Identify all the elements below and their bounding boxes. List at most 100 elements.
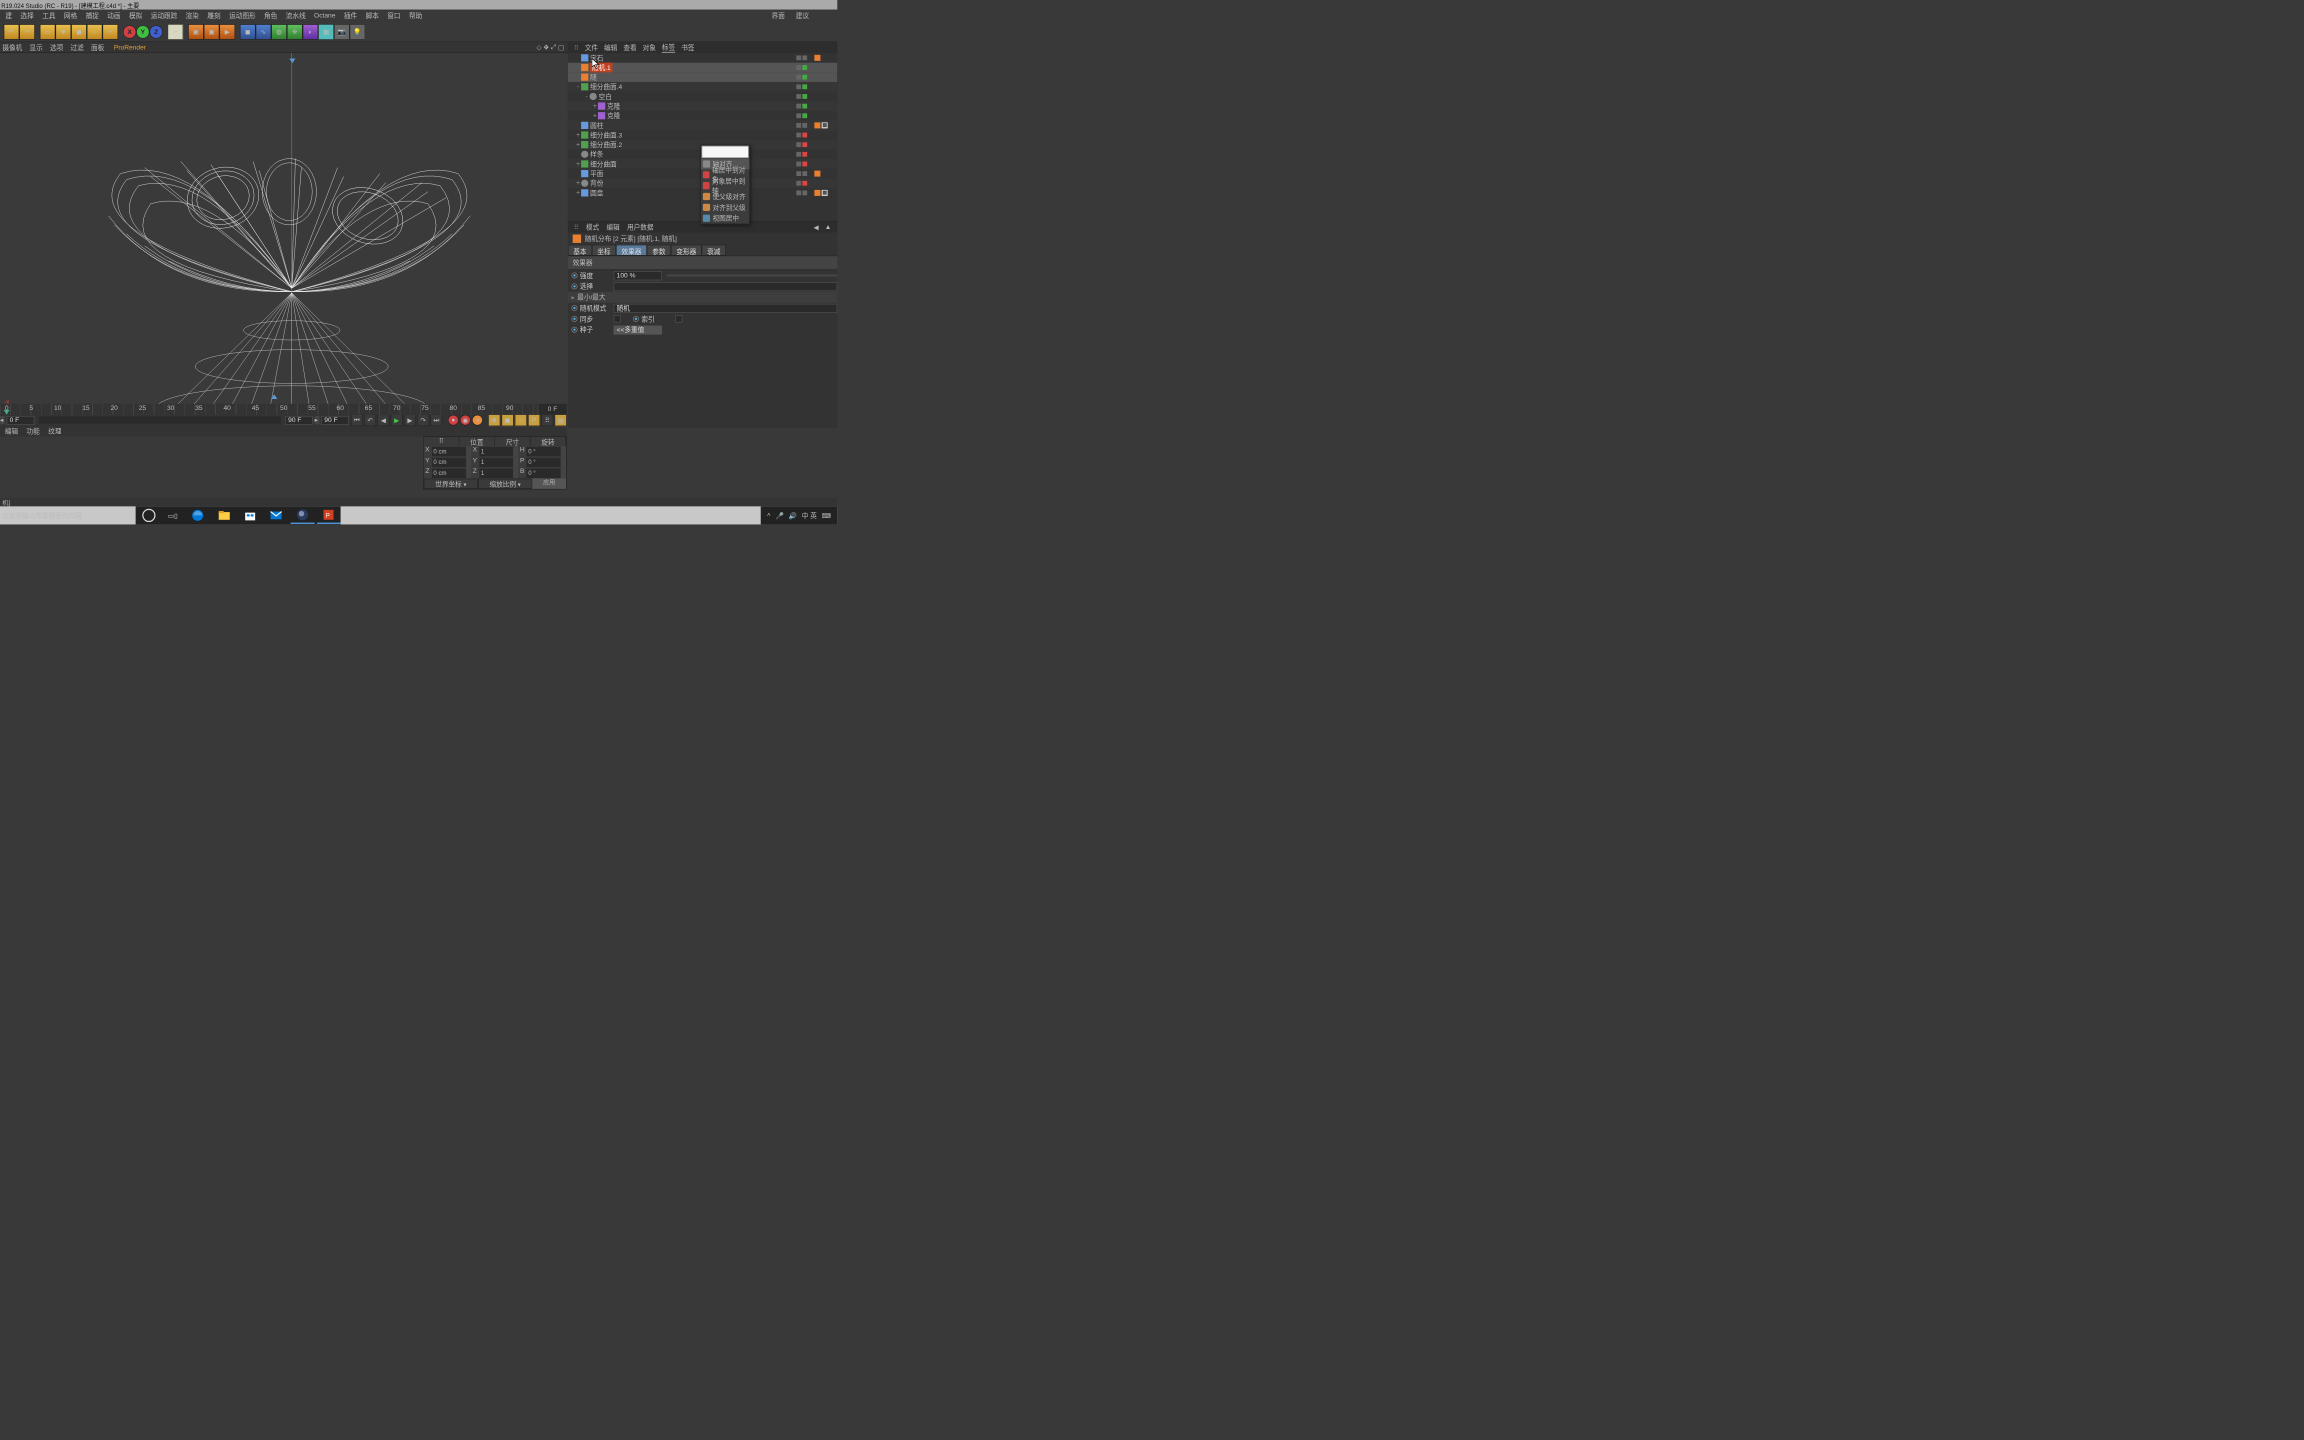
rotate-tool[interactable]: ○: [87, 24, 103, 40]
range-slider[interactable]: [39, 417, 281, 424]
render-view-button[interactable]: ▣: [188, 24, 204, 40]
om-menu-view[interactable]: 查看: [623, 43, 636, 53]
mat-menu-edit[interactable]: 编辑: [5, 426, 18, 436]
om-menu-edit[interactable]: 编辑: [604, 43, 617, 53]
key-param-button[interactable]: P: [528, 414, 540, 426]
axis-x-toggle[interactable]: X: [123, 25, 136, 38]
tree-row[interactable]: +细分曲面.3: [568, 130, 837, 140]
vp-menu-panel[interactable]: 面板: [91, 42, 104, 52]
viewport-3d[interactable]: 网格间距 : 10 cm -X: [0, 53, 568, 428]
vp-menu-options[interactable]: 选项: [50, 42, 63, 52]
undo-button[interactable]: ↶: [4, 24, 20, 40]
vp-zoom-icon[interactable]: ⤢: [551, 43, 556, 51]
move-tool[interactable]: ✥: [55, 24, 71, 40]
menu-octane[interactable]: Octane: [310, 11, 340, 21]
add-light-button[interactable]: 💡: [350, 24, 366, 40]
mat-menu-function[interactable]: 功能: [27, 426, 40, 436]
om-menu-file[interactable]: 文件: [585, 43, 598, 53]
axis-y-toggle[interactable]: Y: [136, 25, 149, 38]
tree-row[interactable]: 圆柱▩: [568, 121, 837, 131]
strength-anim-dot[interactable]: [571, 272, 577, 278]
menu-simulate[interactable]: 模拟: [125, 10, 147, 22]
mode-dropdown[interactable]: 随机: [614, 304, 838, 313]
menu-tools[interactable]: 工具: [38, 10, 60, 22]
index-checkbox[interactable]: [675, 315, 682, 322]
goto-end-button[interactable]: ⏭: [430, 414, 442, 426]
vp-menu-camera[interactable]: 摄像机: [2, 42, 22, 52]
vp-menu-filter[interactable]: 过滤: [71, 42, 84, 52]
mode-anim-dot[interactable]: [571, 305, 577, 311]
windows-search-bar[interactable]: 在这里输入你要搜索的内容: [0, 506, 837, 524]
cortana-icon[interactable]: [138, 507, 160, 524]
explorer-icon[interactable]: [212, 507, 236, 524]
render-settings-button[interactable]: ▶: [219, 24, 235, 40]
scale-tool[interactable]: ◼: [71, 24, 87, 40]
size-Z-field[interactable]: 1: [478, 468, 513, 479]
vp-menu-display[interactable]: 显示: [30, 42, 43, 52]
tree-row[interactable]: 随机.1: [568, 63, 837, 73]
scale-mode-dropdown[interactable]: 缩放比例 ▾: [478, 479, 532, 489]
keyframe-sel-button[interactable]: ◑: [472, 415, 483, 426]
menu-plugins[interactable]: 插件: [340, 10, 362, 22]
ctx-frame-view[interactable]: 视图居中: [701, 213, 749, 224]
pos-Y-field[interactable]: 0 cm: [431, 457, 466, 468]
pos-X-field[interactable]: 0 cm: [431, 446, 466, 457]
autokey-button[interactable]: ◉: [460, 415, 471, 426]
rot-P-field[interactable]: 0 °: [526, 457, 561, 468]
add-camera-button[interactable]: 📷: [334, 24, 350, 40]
ctx-object-center-to-axis[interactable]: 对象居中到轴: [701, 180, 749, 191]
menu-motiontrack[interactable]: 运动跟踪: [146, 10, 181, 22]
minmax-row[interactable]: ▸ 最小/最大: [568, 292, 837, 303]
add-spline-button[interactable]: ∿: [256, 24, 272, 40]
prorender-label[interactable]: ProRender: [114, 44, 146, 51]
menu-select[interactable]: 选择: [16, 10, 38, 22]
tab-deformer[interactable]: 变形器: [671, 245, 702, 256]
context-search-input[interactable]: [702, 146, 749, 158]
sync-anim-dot[interactable]: [571, 316, 577, 322]
render-region-button[interactable]: ▣: [204, 24, 220, 40]
taskview-icon[interactable]: ▭▯: [162, 507, 184, 524]
menu-render[interactable]: 渲染: [181, 10, 203, 22]
menu-mograph[interactable]: 运动图形: [225, 10, 260, 22]
goto-prev-key-button[interactable]: ↶: [364, 414, 376, 426]
range-start-field[interactable]: 0 F: [7, 416, 35, 425]
om-menu-bookmarks[interactable]: 书签: [681, 43, 694, 53]
redo-button[interactable]: ↷: [19, 24, 35, 40]
index-anim-dot[interactable]: [633, 316, 639, 322]
prev-frame-button[interactable]: ◀: [377, 414, 389, 426]
record-button[interactable]: ●: [448, 415, 459, 426]
tree-row[interactable]: -空白: [568, 92, 837, 102]
menu-sculpt[interactable]: 雕刻: [203, 10, 225, 22]
mail-icon[interactable]: [265, 507, 289, 524]
select-tool[interactable]: ▭: [40, 24, 56, 40]
am-menu-mode[interactable]: 模式: [586, 222, 599, 232]
menu-character[interactable]: 角色: [260, 10, 282, 22]
axis-z-toggle[interactable]: Z: [149, 25, 162, 38]
tree-row[interactable]: +克隆: [568, 101, 837, 111]
seed-field[interactable]: <<多重值: [614, 325, 662, 334]
om-menu-tags[interactable]: 标签: [662, 42, 675, 53]
store-icon[interactable]: [238, 507, 262, 524]
menu-animate[interactable]: 动画: [103, 10, 125, 22]
am-nav-up-icon[interactable]: ▲: [825, 223, 832, 231]
om-menu-objects[interactable]: 对象: [643, 43, 656, 53]
play-button[interactable]: ▶: [391, 414, 403, 426]
key-scale-button[interactable]: ◼: [502, 414, 514, 426]
range-end-handle[interactable]: ▸: [315, 416, 320, 424]
seed-anim-dot[interactable]: [571, 327, 577, 333]
tree-row[interactable]: -细分曲面.4: [568, 82, 837, 92]
vp-move-icon[interactable]: ✥: [543, 43, 549, 51]
key-pla-button[interactable]: ⠿: [541, 414, 553, 426]
size-Y-field[interactable]: 1: [478, 457, 513, 468]
vp-nav-icon[interactable]: ◇: [537, 43, 542, 51]
range-start-handle[interactable]: ◂: [0, 416, 5, 424]
rot-B-field[interactable]: 0 °: [526, 468, 561, 479]
goto-start-button[interactable]: ⏮: [351, 414, 363, 426]
strength-field[interactable]: 100 %: [614, 271, 662, 280]
key-pos-button[interactable]: ✥: [488, 414, 500, 426]
menu-snap[interactable]: 捕捉: [81, 10, 103, 22]
add-cube-button[interactable]: ◼: [240, 24, 256, 40]
add-generator-button[interactable]: ※: [287, 24, 303, 40]
tab-falloff[interactable]: 衰减: [702, 245, 726, 256]
coord-system-button[interactable]: ⌐: [168, 24, 184, 40]
